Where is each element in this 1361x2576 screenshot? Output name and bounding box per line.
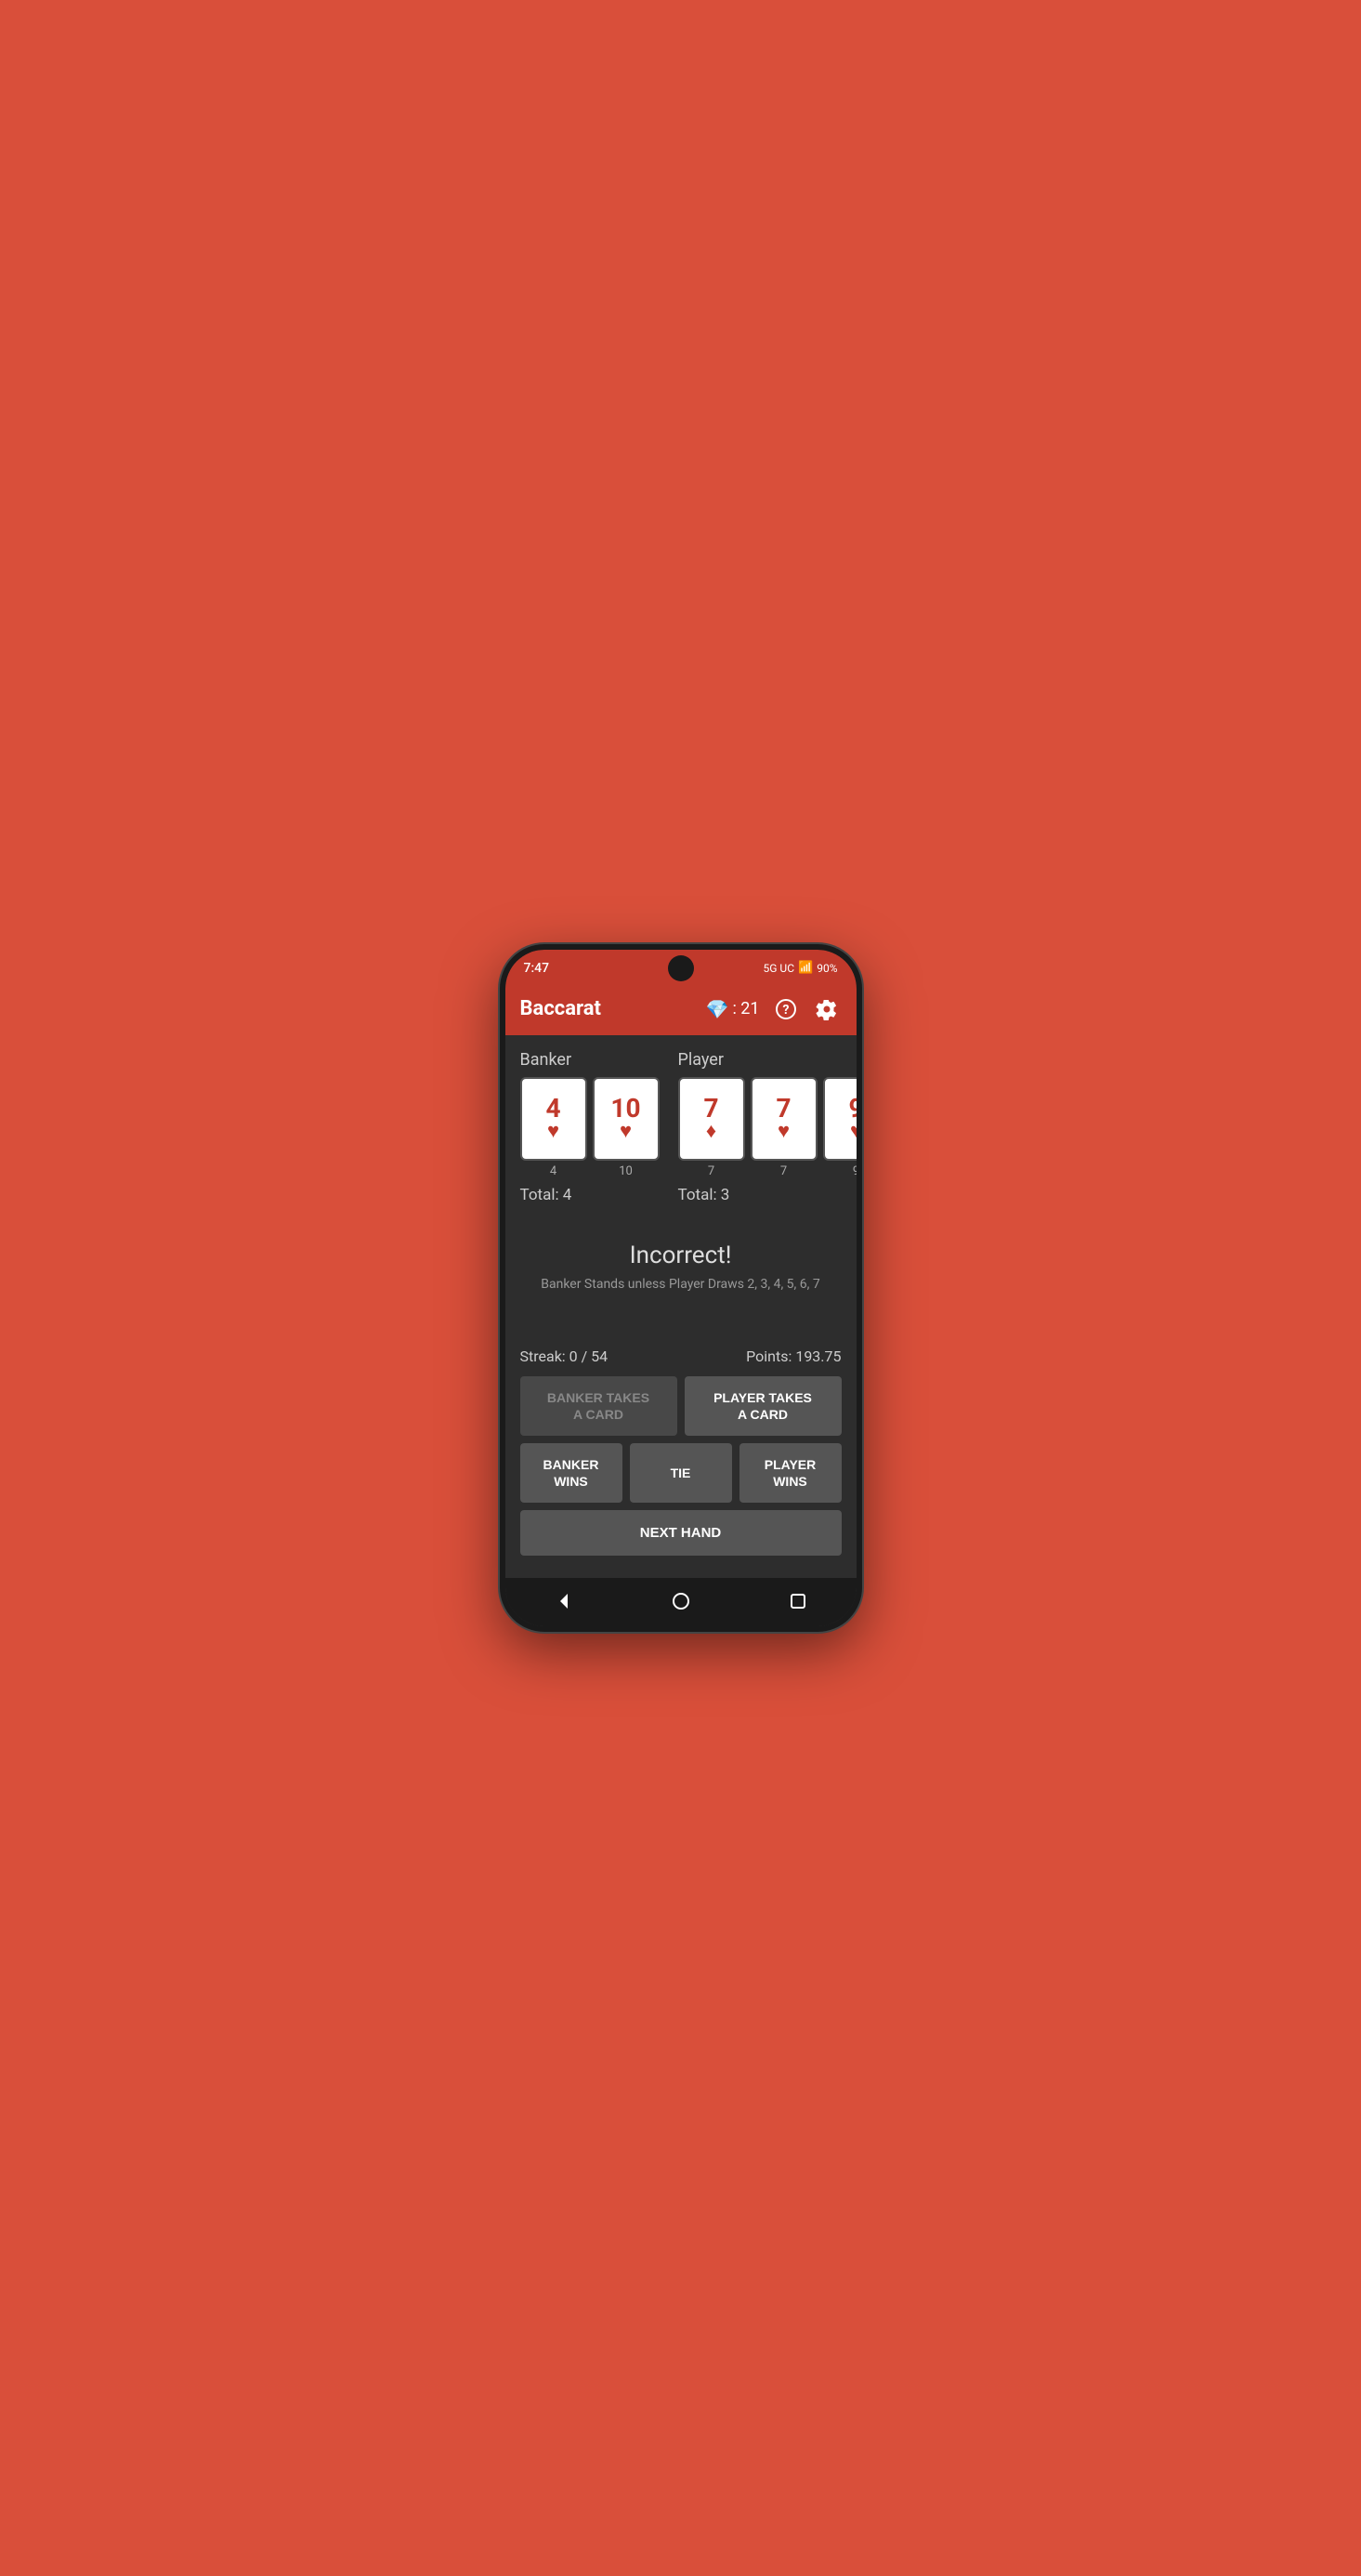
banker-hand: Banker 4 ♥ 4 10 ♥	[520, 1050, 660, 1204]
card-item: 4 ♥ 4	[520, 1077, 587, 1178]
player-card-1-suit: ♦	[706, 1122, 716, 1142]
banker-card-2-label: 10	[593, 1164, 660, 1178]
svg-text:?: ?	[782, 1003, 789, 1018]
outcome-row: BANKER WINS TIE PLAYER WINS	[520, 1443, 842, 1503]
card-item: 9 ♥ 9	[823, 1077, 857, 1178]
banker-card-1-suit: ♥	[547, 1122, 559, 1142]
banker-card-2: 10 ♥	[593, 1077, 660, 1161]
banker-takes-card-line1: BANKER TAKES	[547, 1390, 649, 1405]
app-bar: Baccarat 💎 : 21 ?	[505, 983, 857, 1035]
next-hand-button[interactable]: NEXT HAND	[520, 1510, 842, 1556]
settings-button[interactable]	[812, 994, 842, 1024]
help-button[interactable]: ?	[771, 994, 801, 1024]
player-total: Total: 3	[678, 1186, 857, 1204]
player-card-3: 9 ♥	[823, 1077, 857, 1161]
app-bar-right: 💎 : 21 ?	[706, 994, 842, 1024]
result-title: Incorrect!	[520, 1242, 842, 1269]
banker-takes-card-button[interactable]: BANKER TAKES A CARD	[520, 1376, 677, 1436]
player-takes-card-button[interactable]: PLAYER TAKES A CARD	[685, 1376, 842, 1436]
takes-card-row: BANKER TAKES A CARD PLAYER TAKES A CARD	[520, 1376, 842, 1436]
banker-wins-button[interactable]: BANKER WINS	[520, 1443, 622, 1503]
banker-card-1-value: 4	[545, 1096, 560, 1122]
cards-row: Banker 4 ♥ 4 10 ♥	[520, 1050, 842, 1204]
network-indicator: 5G UC	[764, 962, 795, 975]
points-stat: Points: 193.75	[746, 1347, 841, 1365]
player-card-3-value: 9	[848, 1096, 856, 1122]
result-section: Incorrect! Banker Stands unless Player D…	[520, 1242, 842, 1292]
result-subtitle: Banker Stands unless Player Draws 2, 3, …	[520, 1277, 842, 1292]
main-content: Banker 4 ♥ 4 10 ♥	[505, 1035, 857, 1579]
player-takes-card-line1: PLAYER TAKES	[713, 1390, 812, 1405]
banker-takes-card-line2: A CARD	[573, 1407, 623, 1422]
player-takes-card-line2: A CARD	[738, 1407, 788, 1422]
player-card-1-value: 7	[703, 1096, 718, 1122]
score-value: : 21	[732, 999, 759, 1019]
player-hand: Player 7 ♦ 7 7 ♥	[678, 1050, 857, 1204]
player-label: Player	[678, 1050, 857, 1070]
player-card-2-suit: ♥	[778, 1122, 790, 1142]
player-card-2-value: 7	[776, 1096, 791, 1122]
player-card-2-label: 7	[751, 1164, 818, 1178]
recent-nav-button[interactable]	[790, 1593, 806, 1610]
tie-button[interactable]: TIE	[630, 1443, 732, 1503]
home-nav-button[interactable]	[672, 1592, 690, 1610]
player-card-2: 7 ♥	[751, 1077, 818, 1161]
player-wins-line1: PLAYER	[765, 1457, 817, 1472]
card-item: 7 ♦ 7	[678, 1077, 745, 1178]
back-nav-button[interactable]	[555, 1592, 573, 1610]
banker-label: Banker	[520, 1050, 660, 1070]
battery-text: 90%	[817, 962, 837, 975]
status-right: 5G UC 📶 90%	[764, 961, 838, 975]
streak-stat: Streak: 0 / 54	[520, 1347, 609, 1365]
diamond-score: 💎 : 21	[706, 998, 760, 1020]
phone-device: 7:47 5G UC 📶 90% Baccarat 💎 : 21 ?	[500, 944, 862, 1633]
banker-card-1-label: 4	[520, 1164, 587, 1178]
nav-bar	[505, 1578, 857, 1626]
player-wins-line2: WINS	[773, 1474, 807, 1489]
card-item: 10 ♥ 10	[593, 1077, 660, 1178]
card-item: 7 ♥ 7	[751, 1077, 818, 1178]
banker-card-2-value: 10	[610, 1096, 640, 1122]
player-card-1-label: 7	[678, 1164, 745, 1178]
phone-screen: 7:47 5G UC 📶 90% Baccarat 💎 : 21 ?	[505, 950, 857, 1627]
player-card-1: 7 ♦	[678, 1077, 745, 1161]
banker-wins-line2: WINS	[554, 1474, 588, 1489]
banker-card-2-suit: ♥	[620, 1122, 632, 1142]
signal-icon: 📶	[798, 961, 813, 975]
stats-row: Streak: 0 / 54 Points: 193.75	[520, 1347, 842, 1365]
player-card-3-suit: ♥	[850, 1122, 857, 1142]
app-title: Baccarat	[520, 997, 706, 1020]
player-wins-button[interactable]: PLAYER WINS	[739, 1443, 842, 1503]
notch	[668, 955, 694, 981]
player-cards: 7 ♦ 7 7 ♥ 7	[678, 1077, 857, 1178]
banker-card-1: 4 ♥	[520, 1077, 587, 1161]
status-time: 7:47	[524, 961, 550, 976]
player-card-3-label: 9	[823, 1164, 857, 1178]
banker-cards: 4 ♥ 4 10 ♥ 10	[520, 1077, 660, 1178]
banker-wins-line1: BANKER	[543, 1457, 599, 1472]
diamond-icon: 💎	[706, 998, 729, 1020]
tie-label: TIE	[671, 1465, 691, 1480]
banker-total: Total: 4	[520, 1186, 660, 1204]
